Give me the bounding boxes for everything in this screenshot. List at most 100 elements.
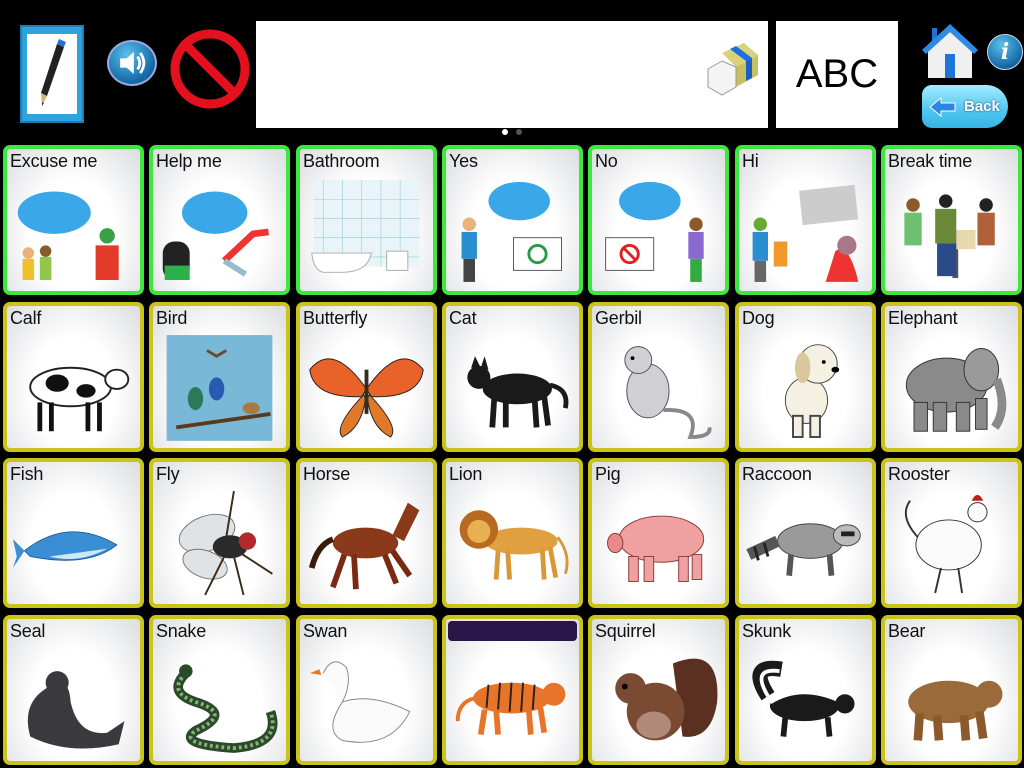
symbol-label: Horse xyxy=(303,464,351,484)
back-label: Back xyxy=(964,98,1000,115)
back-button[interactable]: Back xyxy=(922,85,1008,128)
cat-icon xyxy=(450,330,575,444)
symbol-label: Pig xyxy=(595,464,621,484)
horse-icon xyxy=(304,486,429,600)
yes-scene-icon xyxy=(450,173,575,287)
pig-icon xyxy=(596,486,721,600)
symbol-label: Fish xyxy=(10,464,44,484)
symbol-button-bathroom[interactable]: Bathroom xyxy=(296,145,437,295)
clear-all-button[interactable] xyxy=(168,28,252,110)
eraser-icon xyxy=(707,43,758,96)
squirrel-icon xyxy=(596,643,721,757)
dog-icon xyxy=(743,330,868,444)
tiger-icon xyxy=(450,643,575,757)
symbol-button-yes[interactable]: Yes xyxy=(442,145,583,295)
symbol-button-skunk[interactable]: Skunk xyxy=(735,615,876,765)
symbol-label: Break time xyxy=(888,151,973,171)
symbol-grid: Excuse me Help me Bathroom Yes No Hi Break tim… xyxy=(3,145,1023,765)
symbol-button-calf[interactable]: Calf xyxy=(3,302,144,452)
symbol-button-tiger[interactable] xyxy=(442,615,583,765)
symbol-label: Dog xyxy=(742,308,775,328)
symbol-button-break-time[interactable]: Break time xyxy=(881,145,1022,295)
symbol-button-horse[interactable]: Horse xyxy=(296,458,437,608)
symbol-button-help-me[interactable]: Help me xyxy=(149,145,290,295)
symbol-label: Cat xyxy=(449,308,477,328)
excuse-me-scene-icon xyxy=(11,173,136,287)
fly-icon xyxy=(157,486,282,600)
snake-icon xyxy=(157,643,282,757)
symbol-label: Fly xyxy=(156,464,180,484)
symbol-label: Elephant xyxy=(888,308,958,328)
page-dot[interactable] xyxy=(516,129,522,135)
lion-icon xyxy=(450,486,575,600)
no-scene-icon xyxy=(596,173,721,287)
symbol-button-swan[interactable]: Swan xyxy=(296,615,437,765)
raccoon-icon xyxy=(743,486,868,600)
page-indicator xyxy=(0,129,1024,135)
symbol-button-snake[interactable]: Snake xyxy=(149,615,290,765)
symbol-label: Help me xyxy=(156,151,222,171)
symbol-label: Rooster xyxy=(888,464,950,484)
symbol-button-butterfly[interactable]: Butterfly xyxy=(296,302,437,452)
symbol-button-excuse-me[interactable]: Excuse me xyxy=(3,145,144,295)
notepad xyxy=(27,34,77,114)
symbol-button-seal[interactable]: Seal xyxy=(3,615,144,765)
symbol-button-raccoon[interactable]: Raccoon xyxy=(735,458,876,608)
symbol-label: Calf xyxy=(10,308,42,328)
symbol-label: Excuse me xyxy=(10,151,98,171)
seal-icon xyxy=(11,643,136,757)
symbol-button-gerbil[interactable]: Gerbil xyxy=(588,302,729,452)
symbol-label: Lion xyxy=(449,464,483,484)
symbol-button-cat[interactable]: Cat xyxy=(442,302,583,452)
symbol-label: Bear xyxy=(888,621,926,641)
symbol-button-bird[interactable]: Bird xyxy=(149,302,290,452)
arrow-left-icon xyxy=(930,96,956,117)
elephant-icon xyxy=(889,330,1014,444)
gerbil-icon xyxy=(596,330,721,444)
compose-button[interactable] xyxy=(20,25,84,123)
delete-word-button[interactable] xyxy=(704,39,760,99)
info-button[interactable]: i xyxy=(987,34,1023,70)
help-me-scene-icon xyxy=(157,173,282,287)
symbol-button-hi[interactable]: Hi xyxy=(735,145,876,295)
symbol-button-squirrel[interactable]: Squirrel xyxy=(588,615,729,765)
symbol-button-elephant[interactable]: Elephant xyxy=(881,302,1022,452)
symbol-label-bar xyxy=(448,621,577,641)
symbol-button-bear[interactable]: Bear xyxy=(881,615,1022,765)
symbol-label: Swan xyxy=(303,621,348,641)
page-dot[interactable] xyxy=(502,129,508,135)
symbol-label: No xyxy=(595,151,618,171)
symbol-button-pig[interactable]: Pig xyxy=(588,458,729,608)
symbol-label: Snake xyxy=(156,621,207,641)
pencil-icon xyxy=(41,39,66,106)
speak-button[interactable] xyxy=(107,40,157,86)
toolbar: ABC i Back xyxy=(0,0,1024,140)
bear-icon xyxy=(889,643,1014,757)
symbol-label: Hi xyxy=(742,151,759,171)
hi-scene-icon xyxy=(743,173,868,287)
keyboard-button[interactable]: ABC xyxy=(776,21,898,128)
symbol-label: Skunk xyxy=(742,621,792,641)
butterfly-icon xyxy=(304,330,429,444)
break-time-scene-icon xyxy=(889,173,1014,287)
symbol-button-no[interactable]: No xyxy=(588,145,729,295)
symbol-label: Squirrel xyxy=(595,621,656,641)
home-icon xyxy=(922,24,978,78)
symbol-button-fly[interactable]: Fly xyxy=(149,458,290,608)
fish-icon xyxy=(11,486,136,600)
symbol-label: Raccoon xyxy=(742,464,812,484)
swan-icon xyxy=(304,643,429,757)
calf-icon xyxy=(11,330,136,444)
symbol-label: Gerbil xyxy=(595,308,642,328)
home-button[interactable] xyxy=(920,22,980,80)
message-bar[interactable] xyxy=(256,21,768,128)
symbol-button-lion[interactable]: Lion xyxy=(442,458,583,608)
symbol-button-dog[interactable]: Dog xyxy=(735,302,876,452)
bathroom-icon xyxy=(304,173,429,287)
symbol-label: Seal xyxy=(10,621,46,641)
symbol-label: Bird xyxy=(156,308,188,328)
symbol-button-fish[interactable]: Fish xyxy=(3,458,144,608)
rooster-icon xyxy=(889,486,1014,600)
prohibited-icon xyxy=(170,29,250,109)
symbol-button-rooster[interactable]: Rooster xyxy=(881,458,1022,608)
